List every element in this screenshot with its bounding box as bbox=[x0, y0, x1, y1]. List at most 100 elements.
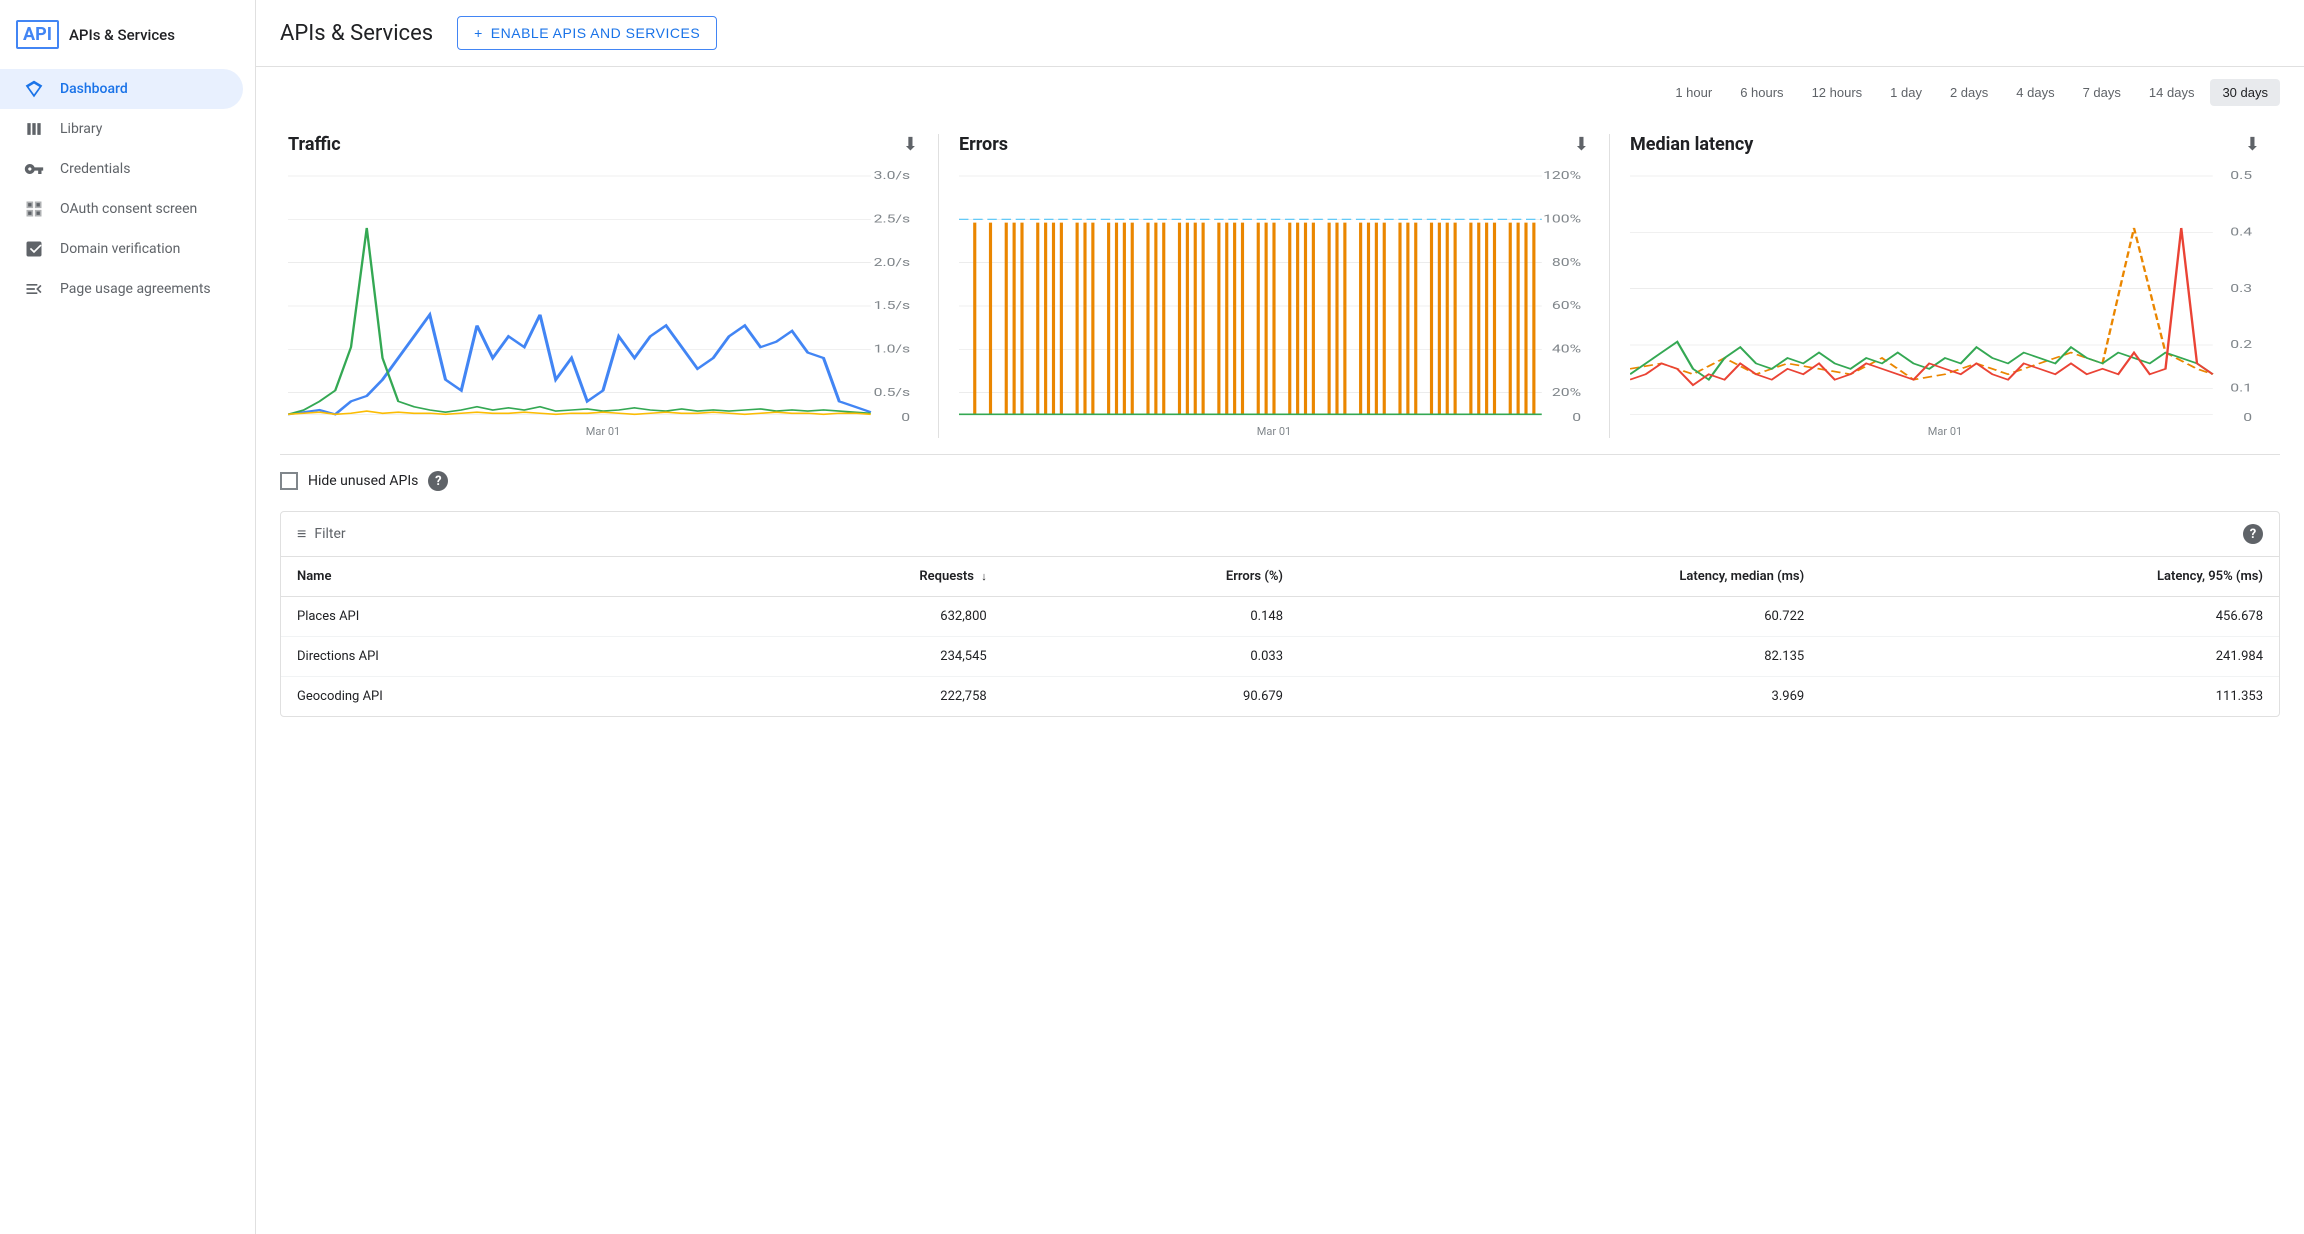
lower-section: Hide unused APIs ? ≡ Filter ? Name Reque… bbox=[256, 455, 2304, 733]
svg-text:0.5: 0.5 bbox=[2230, 170, 2252, 183]
sidebar-item-oauth[interactable]: OAuth consent screen bbox=[0, 189, 243, 229]
cell-requests: 234,545 bbox=[673, 637, 1003, 677]
main-content: APIs & Services + ENABLE APIS AND SERVIC… bbox=[256, 0, 2304, 1234]
time-btn-6h[interactable]: 6 hours bbox=[1728, 79, 1795, 106]
api-table-section: ≡ Filter ? Name Requests ↓ Errors (%) La… bbox=[280, 511, 2280, 717]
cell-requests: 222,758 bbox=[673, 677, 1003, 717]
latency-chart-header: Median latency ⬇ bbox=[1630, 134, 2260, 155]
svg-text:80%: 80% bbox=[1552, 256, 1581, 269]
help-icon[interactable]: ? bbox=[428, 471, 448, 491]
sidebar-item-label: Credentials bbox=[60, 161, 130, 177]
traffic-chart-header: Traffic ⬇ bbox=[288, 134, 918, 155]
sidebar-item-label: Domain verification bbox=[60, 241, 180, 257]
latency-chart-area: 0.5 0.4 0.3 0.2 0.1 0 bbox=[1630, 163, 2260, 423]
col-requests[interactable]: Requests ↓ bbox=[673, 557, 1003, 597]
svg-text:2.5/s: 2.5/s bbox=[874, 213, 910, 226]
time-btn-4d[interactable]: 4 days bbox=[2004, 79, 2066, 106]
time-btn-1d[interactable]: 1 day bbox=[1878, 79, 1934, 106]
svg-text:1.0/s: 1.0/s bbox=[874, 343, 910, 356]
traffic-x-label: Mar 01 bbox=[288, 425, 918, 438]
cell-latency-95: 456.678 bbox=[1820, 597, 2279, 637]
sidebar-item-label: OAuth consent screen bbox=[60, 201, 197, 217]
cell-errors: 0.033 bbox=[1003, 637, 1299, 677]
sidebar-item-label: Library bbox=[60, 121, 102, 137]
svg-text:20%: 20% bbox=[1552, 386, 1581, 399]
errors-download-icon[interactable]: ⬇ bbox=[1574, 134, 1589, 155]
cell-latency-95: 111.353 bbox=[1820, 677, 2279, 717]
settings-list-icon bbox=[24, 279, 44, 299]
cell-latency-95: 241.984 bbox=[1820, 637, 2279, 677]
filter-label[interactable]: Filter bbox=[314, 526, 345, 542]
table-help-icon[interactable]: ? bbox=[2243, 524, 2263, 544]
page-title: APIs & Services bbox=[280, 21, 433, 46]
latency-svg: 0.5 0.4 0.3 0.2 0.1 0 bbox=[1630, 163, 2260, 423]
time-btn-14d[interactable]: 14 days bbox=[2137, 79, 2207, 106]
col-latency-95: Latency, 95% (ms) bbox=[1820, 557, 2279, 597]
sidebar-title: APIs & Services bbox=[69, 26, 175, 44]
cell-name: Geocoding API bbox=[281, 677, 673, 717]
time-btn-2d[interactable]: 2 days bbox=[1938, 79, 2000, 106]
diamond-icon bbox=[24, 79, 44, 99]
hide-unused-label: Hide unused APIs bbox=[308, 473, 418, 489]
svg-text:0.1: 0.1 bbox=[2230, 382, 2252, 395]
col-name[interactable]: Name bbox=[281, 557, 673, 597]
table-row[interactable]: Geocoding API 222,758 90.679 3.969 111.3… bbox=[281, 677, 2279, 717]
enable-apis-label: ENABLE APIS AND SERVICES bbox=[491, 25, 700, 41]
svg-text:0: 0 bbox=[901, 411, 910, 423]
hide-unused-checkbox[interactable] bbox=[280, 472, 298, 490]
cell-errors: 0.148 bbox=[1003, 597, 1299, 637]
latency-x-label: Mar 01 bbox=[1630, 425, 2260, 438]
time-btn-12h[interactable]: 12 hours bbox=[1800, 79, 1875, 106]
api-logo-icon: API bbox=[16, 20, 59, 49]
cell-name: Places API bbox=[281, 597, 673, 637]
svg-text:100%: 100% bbox=[1543, 213, 1581, 226]
library-icon bbox=[24, 119, 44, 139]
svg-text:40%: 40% bbox=[1552, 343, 1581, 356]
svg-text:3.0/s: 3.0/s bbox=[874, 170, 910, 183]
sidebar-item-label: Dashboard bbox=[60, 81, 128, 97]
enable-apis-button[interactable]: + ENABLE APIS AND SERVICES bbox=[457, 16, 717, 50]
errors-x-label: Mar 01 bbox=[959, 425, 1589, 438]
latency-download-icon[interactable]: ⬇ bbox=[2245, 134, 2260, 155]
svg-text:0.4: 0.4 bbox=[2230, 226, 2252, 239]
sidebar-item-dashboard[interactable]: Dashboard bbox=[0, 69, 243, 109]
main-header: APIs & Services + ENABLE APIS AND SERVIC… bbox=[256, 0, 2304, 67]
errors-chart-header: Errors ⬇ bbox=[959, 134, 1589, 155]
plus-icon: + bbox=[474, 25, 483, 41]
api-table: Name Requests ↓ Errors (%) Latency, medi… bbox=[281, 557, 2279, 716]
table-body: Places API 632,800 0.148 60.722 456.678 … bbox=[281, 597, 2279, 717]
cell-requests: 632,800 bbox=[673, 597, 1003, 637]
cell-name: Directions API bbox=[281, 637, 673, 677]
svg-text:1.5/s: 1.5/s bbox=[874, 300, 910, 313]
traffic-chart: Traffic ⬇ 3.0/s 2.5/s 2.0/s 1.5/s 1.0/s … bbox=[280, 134, 939, 438]
filter-icon: ≡ bbox=[297, 524, 306, 544]
errors-chart: Errors ⬇ 120% 100% 80% 60% 40% 20% 0 bbox=[939, 134, 1610, 438]
svg-text:0: 0 bbox=[2243, 411, 2252, 423]
time-btn-30d[interactable]: 30 days bbox=[2210, 79, 2280, 106]
svg-text:0.5/s: 0.5/s bbox=[874, 386, 910, 399]
sidebar-item-library[interactable]: Library bbox=[0, 109, 243, 149]
errors-chart-area: 120% 100% 80% 60% 40% 20% 0 bbox=[959, 163, 1589, 423]
hide-unused-row: Hide unused APIs ? bbox=[280, 471, 2280, 491]
filter-left: ≡ Filter bbox=[297, 524, 346, 544]
sidebar-item-page-usage[interactable]: Page usage agreements bbox=[0, 269, 243, 309]
table-header-row: Name Requests ↓ Errors (%) Latency, medi… bbox=[281, 557, 2279, 597]
sidebar-item-domain[interactable]: Domain verification bbox=[0, 229, 243, 269]
col-latency-median: Latency, median (ms) bbox=[1299, 557, 1820, 597]
cell-latency-median: 60.722 bbox=[1299, 597, 1820, 637]
traffic-download-icon[interactable]: ⬇ bbox=[903, 134, 918, 155]
col-errors: Errors (%) bbox=[1003, 557, 1299, 597]
time-btn-1h[interactable]: 1 hour bbox=[1663, 79, 1724, 106]
svg-text:0.3: 0.3 bbox=[2230, 282, 2252, 295]
cell-latency-median: 3.969 bbox=[1299, 677, 1820, 717]
latency-chart: Median latency ⬇ 0.5 0.4 0.3 0.2 0.1 0 bbox=[1610, 134, 2280, 438]
sidebar-nav: Dashboard Library Credentials OAuth cons… bbox=[0, 69, 255, 309]
sidebar-item-credentials[interactable]: Credentials bbox=[0, 149, 243, 189]
time-range-selector: 1 hour 6 hours 12 hours 1 day 2 days 4 d… bbox=[256, 67, 2304, 118]
sort-desc-icon: ↓ bbox=[981, 570, 987, 583]
table-row[interactable]: Places API 632,800 0.148 60.722 456.678 bbox=[281, 597, 2279, 637]
table-row[interactable]: Directions API 234,545 0.033 82.135 241.… bbox=[281, 637, 2279, 677]
sidebar: API APIs & Services Dashboard Library Cr… bbox=[0, 0, 256, 1234]
time-btn-7d[interactable]: 7 days bbox=[2071, 79, 2133, 106]
errors-chart-title: Errors bbox=[959, 134, 1008, 155]
